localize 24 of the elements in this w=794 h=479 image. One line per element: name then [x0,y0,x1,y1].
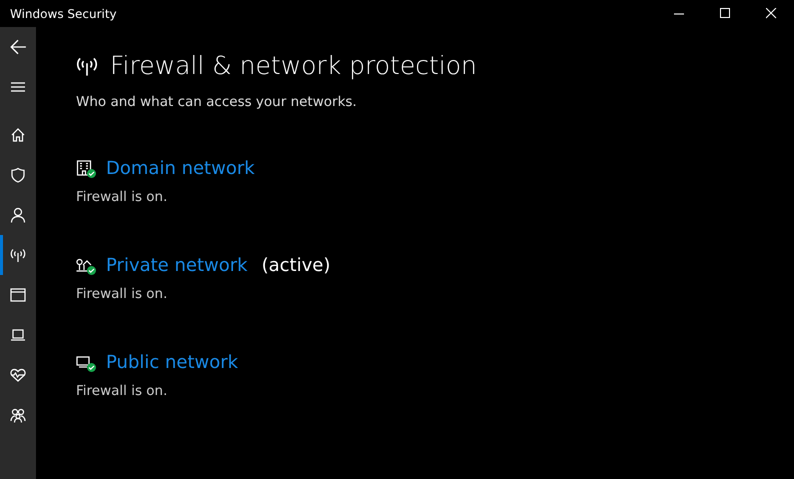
page-subtitle: Who and what can access your networks. [76,94,358,110]
people-icon [10,407,26,423]
network-link[interactable]: Private network [106,255,248,276]
close-icon [766,8,776,19]
network-link[interactable]: Public network [106,352,238,373]
firewall-status: Firewall is on. [76,189,168,205]
laptop-icon [10,327,26,343]
firewall-status: Firewall is on. [76,286,168,302]
page-title: Firewall & network protection [110,51,477,80]
network-icon [76,354,92,370]
window-title: Windows Security [9,6,117,20]
network-link[interactable]: Domain network [106,158,255,179]
back-icon [9,38,27,56]
home-icon [10,127,26,143]
heart-icon [10,367,26,383]
person-icon [10,207,26,223]
network-icon [76,256,92,272]
active-label: (active) [262,255,330,276]
firewall-status: Firewall is on. [76,383,168,399]
maximize-icon [720,8,730,19]
network-icon [76,160,92,176]
browser-icon [10,287,26,303]
antenna-icon [10,247,26,263]
shield-icon [10,167,26,183]
